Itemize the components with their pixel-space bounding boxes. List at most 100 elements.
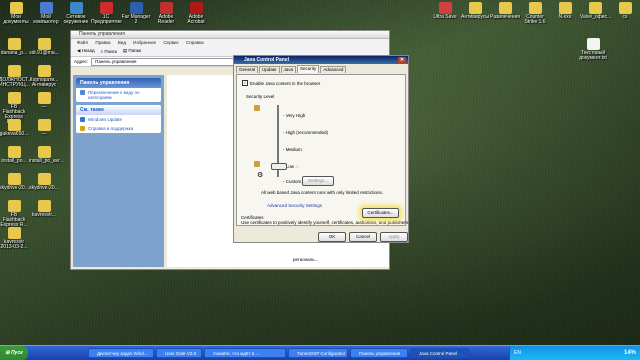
- menu-tools[interactable]: Сервис: [163, 40, 178, 45]
- desktop-right-icon-3-label: Counter Strike 1.6: [524, 14, 546, 25]
- desktop-left2-icon-0-label: sdi.91@ma...: [29, 50, 59, 56]
- folders-button[interactable]: ▤ Папки: [123, 48, 141, 54]
- enable-java-checkbox[interactable]: ✓: [242, 80, 248, 86]
- desktop-left2-icon-5[interactable]: skydrive-20...: [29, 173, 59, 191]
- ok-button[interactable]: OK: [318, 232, 346, 242]
- address-label: Адрес:: [74, 59, 89, 64]
- taskbar-usergate[interactable]: User Gate V2.8: [156, 348, 202, 358]
- desktop-left-icon-5-label: skydrive-20...: [0, 185, 29, 191]
- see-also-head[interactable]: См. также: [76, 105, 161, 115]
- tab-security[interactable]: Security: [297, 65, 320, 73]
- desktop-right-icon-5-icon: [588, 2, 602, 14]
- regional-label[interactable]: региональ...: [293, 257, 318, 262]
- desktop-right-icon-6[interactable]: cs: [610, 2, 640, 20]
- slider-thumb[interactable]: [271, 163, 287, 170]
- desktop-icon-2[interactable]: Сетевое окружение: [61, 2, 91, 25]
- desktop-right-icon-1[interactable]: Антивирусы: [460, 2, 490, 20]
- security-panel: ✓ Enable Java content in the browser Sec…: [236, 74, 409, 226]
- taskbar-browser[interactable]: Узнайте, что ждёт в ...: [204, 348, 286, 358]
- desktop-left2-icon-0[interactable]: sdi.91@ma...: [29, 38, 59, 56]
- desktop-right-icon-2-icon: [498, 2, 512, 14]
- back-button[interactable]: ◀ Назад: [77, 48, 95, 54]
- windows-update-link[interactable]: Windows Update: [76, 115, 161, 124]
- desktop-left2-icon-1[interactable]: Корпорати... Антивирус: [29, 65, 59, 88]
- help-icon: [80, 126, 85, 131]
- search-button[interactable]: ⌕ Поиск: [101, 49, 117, 54]
- level-very-high[interactable]: - Very High: [283, 113, 305, 118]
- desktop-left2-icon-3-icon: [37, 119, 51, 131]
- desktop-left-icon-7-icon: [7, 227, 21, 239]
- tab-java[interactable]: Java: [280, 66, 297, 73]
- apply-button[interactable]: Apply: [380, 232, 408, 242]
- warning-icon: ⚠: [295, 164, 300, 169]
- desktop-left-icon-4[interactable]: install_po...: [0, 146, 29, 164]
- tab-general[interactable]: General: [236, 66, 259, 73]
- desktop-left-icon-5[interactable]: skydrive-20...: [0, 173, 29, 191]
- task-box-control-panel: Панель управления Переключение к виду по…: [76, 78, 161, 102]
- desktop-left-icon-0[interactable]: danana_p...: [0, 38, 29, 56]
- desktop-left2-icon-2-icon: [37, 92, 51, 104]
- desktop-icon-6[interactable]: Adobe Acrobat: [181, 2, 211, 25]
- advanced-security-link[interactable]: Advanced Security Settings: [267, 203, 322, 208]
- desktop-left-icon-1[interactable]: ДОЛЖНОСТ... ИНСТРУКЦ...: [0, 65, 32, 88]
- taskbar-java-control-panel[interactable]: Java Control Panel: [410, 348, 470, 358]
- tab-advanced[interactable]: Advanced: [320, 66, 347, 73]
- level-medium[interactable]: - Medium: [283, 147, 302, 152]
- switch-category-view-link[interactable]: Переключение к виду по категориям: [76, 88, 161, 102]
- menu-view[interactable]: Вид: [118, 40, 126, 45]
- desktop-icon-0[interactable]: Мои документы: [1, 2, 31, 25]
- language-indicator[interactable]: EN: [514, 346, 521, 360]
- desktop-left2-icon-6-icon: [37, 200, 51, 212]
- level-custom[interactable]: - Custom: [283, 179, 301, 184]
- desktop-left2-icon-4-icon: [37, 146, 51, 158]
- desktop-left-icon-7[interactable]: kavresvir 2013-03-2...: [0, 227, 29, 250]
- task-box-see-also: См. также Windows Update Справка и подде…: [76, 105, 161, 133]
- desktop-left-icon-6[interactable]: FB Flashback Express R...: [0, 200, 29, 228]
- desktop-left-icon-4-label: install_po...: [1, 158, 27, 164]
- tab-update[interactable]: Update: [259, 66, 280, 73]
- desktop-icon-0-label: Мои документы: [3, 14, 29, 25]
- desktop-icon-2-label: Сетевое окружение: [63, 14, 89, 25]
- taskbar-task-manager[interactable]: Диспетчер задач Wind...: [88, 348, 154, 358]
- taskbar-control-panel[interactable]: Панель управления: [350, 348, 408, 358]
- close-icon[interactable]: ✕: [398, 57, 406, 63]
- desktop-right-icon-0-icon: [438, 2, 452, 14]
- desktop-icon-1[interactable]: Мой компьютер: [31, 2, 61, 25]
- certificates-button[interactable]: Certificates...: [362, 208, 399, 218]
- security-description: All web based Java content runs with onl…: [261, 190, 384, 195]
- menu-bar: Файл Правка Вид Избранное Сервис Справка: [71, 39, 389, 46]
- start-button[interactable]: ⊞ Пуск: [0, 346, 28, 360]
- java-control-panel-dialog[interactable]: Java Control Panel ✕ General Update Java…: [233, 55, 409, 243]
- task-head[interactable]: Панель управления: [76, 78, 161, 88]
- desktop-icon-4[interactable]: Far Manager 2: [121, 2, 151, 25]
- desktop-right-icon-3[interactable]: Counter Strike 1.6: [520, 2, 550, 25]
- desktop-left2-icon-6[interactable]: kavresvir...: [29, 200, 59, 218]
- clock[interactable]: 14%: [624, 346, 636, 360]
- settings-button[interactable]: Settings...: [302, 176, 334, 186]
- menu-help[interactable]: Справка: [186, 40, 204, 45]
- menu-favorites[interactable]: Избранное: [133, 40, 156, 45]
- help-support-link[interactable]: Справка и поддержка: [76, 124, 161, 133]
- desktop-icon-2-icon: [69, 2, 83, 14]
- desktop-right-icon-3-icon: [528, 2, 542, 14]
- desktop-right-icon-0[interactable]: Ultra Save: [430, 2, 460, 20]
- desktop-right-col-icon-0[interactable]: Текстовый документ.txt: [578, 38, 608, 61]
- desktop-left2-icon-2[interactable]: —: [29, 92, 59, 110]
- desktop-icon-4-label: Far Manager 2: [121, 14, 151, 25]
- desktop-left-icon-3[interactable]: gukeva650...: [0, 119, 29, 137]
- desktop-left2-icon-3[interactable]: —: [29, 119, 59, 137]
- desktop-icon-3[interactable]: 1С Предприятие: [91, 2, 122, 25]
- desktop-icon-5[interactable]: Adobe Reader: [151, 2, 181, 25]
- desktop-right-icon-4[interactable]: N.exe: [550, 2, 580, 20]
- menu-edit[interactable]: Правка: [95, 40, 110, 45]
- desktop-left-icon-0-label: danana_p...: [0, 50, 28, 56]
- menu-file[interactable]: Файл: [77, 40, 88, 45]
- cancel-button[interactable]: Cancel: [349, 232, 377, 242]
- level-high[interactable]: - High (recommended): [283, 130, 328, 135]
- desktop-right-icon-2[interactable]: Развлечения: [490, 2, 520, 20]
- desktop-left2-icon-4[interactable]: install_po_avr...: [29, 146, 64, 164]
- dialog-title: Java Control Panel ✕: [234, 56, 408, 64]
- desktop-icon-4-icon: [129, 2, 143, 14]
- taskbar-turner[interactable]: TurnerDSP Configurator: [288, 348, 348, 358]
- desktop-right-icon-5[interactable]: Valve_офис...: [580, 2, 611, 20]
